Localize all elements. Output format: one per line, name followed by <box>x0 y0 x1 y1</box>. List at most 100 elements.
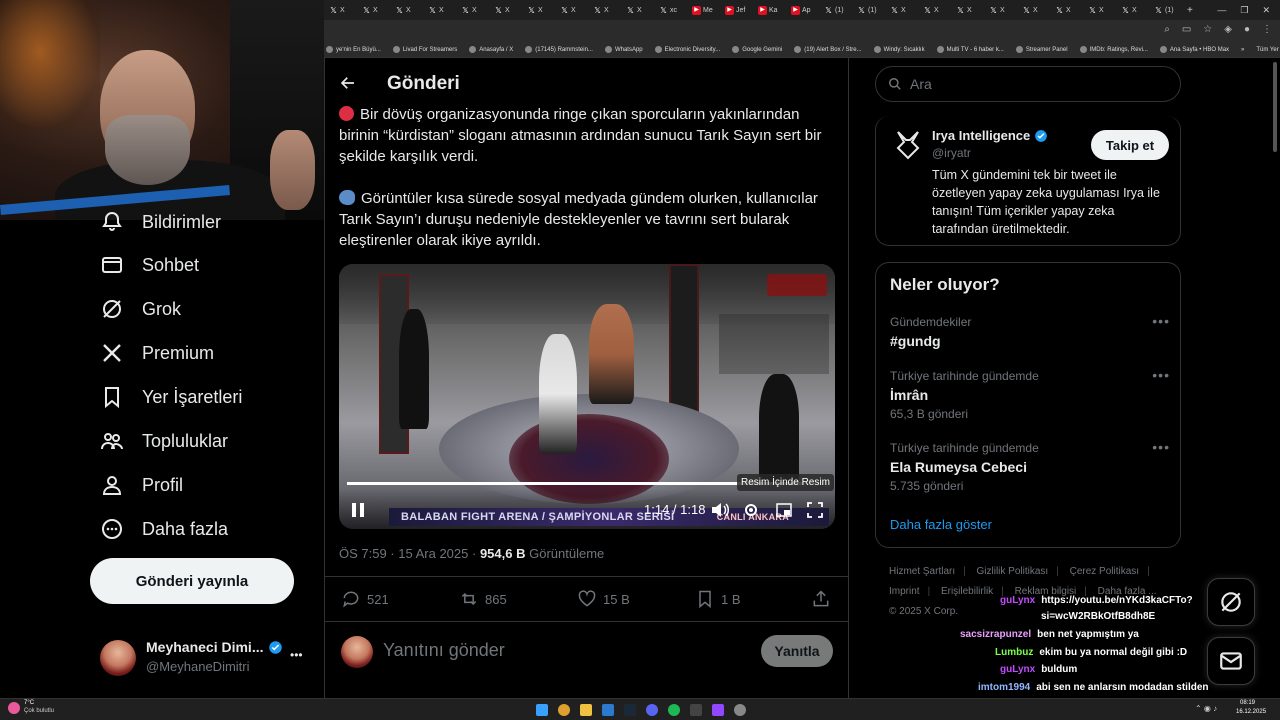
bookmark-item[interactable]: Ana Sayfa • HBO Max <box>1159 46 1229 53</box>
trend-more-icon[interactable]: ••• <box>1152 367 1170 383</box>
account-more-icon[interactable]: ••• <box>290 648 303 662</box>
browser-tab[interactable]: 𝕏X <box>1085 2 1118 18</box>
twitch-icon[interactable] <box>712 704 724 716</box>
footer-link[interactable]: Çerez Politikası <box>1070 566 1139 577</box>
browser-tab[interactable]: 𝕏 (1) <box>854 2 887 18</box>
promo-name[interactable]: Irya Intelligence <box>932 128 1030 143</box>
browser-tab[interactable]: 𝕏X <box>986 2 1019 18</box>
address-bar[interactable]: ⌕ ▭ ☆ ◈ ● ⋮ <box>322 20 1280 42</box>
browser-tab[interactable]: 𝕏X <box>1118 2 1151 18</box>
browser-tab[interactable]: 𝕏X <box>920 2 953 18</box>
epic-games-icon[interactable] <box>690 704 702 716</box>
repost-action[interactable]: 865 <box>459 589 507 609</box>
spotify-icon[interactable] <box>668 704 680 716</box>
browser-tab[interactable]: 𝕏X <box>425 2 458 18</box>
browser-tab[interactable]: 𝕏X <box>953 2 986 18</box>
close-window-icon[interactable]: ✕ <box>1262 5 1270 16</box>
follow-button[interactable]: Takip et <box>1091 130 1169 160</box>
browser-tab[interactable]: 𝕏X <box>326 2 359 18</box>
nav-notifications[interactable]: Bildirimler <box>100 210 221 234</box>
bookmark-item[interactable]: Windy: Sıcaklık <box>873 46 925 53</box>
zoom-icon[interactable]: ⌕ <box>1164 24 1170 35</box>
bookmark-item[interactable]: (19) Alert Box / Stre... <box>794 46 862 53</box>
browser-tab[interactable]: ▶ Jef <box>722 2 755 18</box>
start-icon[interactable] <box>536 704 548 716</box>
picture-in-picture-icon[interactable] <box>776 502 792 518</box>
clock-time[interactable]: 08:19 <box>1240 700 1255 706</box>
all-bookmarks[interactable]: Tüm Yer İşaretleri <box>1256 47 1280 53</box>
browser-tab[interactable]: 𝕏X <box>887 2 920 18</box>
messages-floating-button[interactable] <box>1207 637 1255 685</box>
post-timestamp[interactable]: ÖS 7:59 · 15 Ara 2025 · <box>339 546 476 561</box>
bookmark-item[interactable]: Anasayfa / X <box>469 46 513 53</box>
browser-tab[interactable]: 𝕏xc <box>656 2 689 18</box>
browser-tab[interactable]: 𝕏X <box>359 2 392 18</box>
nav-communities[interactable]: Topluluklar <box>100 429 228 453</box>
pause-icon[interactable] <box>351 502 365 518</box>
weather-temp[interactable]: 7°C <box>24 700 34 706</box>
chrome-icon[interactable] <box>558 704 570 716</box>
browser-tab[interactable]: 𝕏X <box>491 2 524 18</box>
browser-tab[interactable]: 𝕏 (1) <box>821 2 854 18</box>
browser-tab[interactable]: ▶ Me <box>689 2 722 18</box>
bookmark-item[interactable]: WhatsApp <box>604 46 643 53</box>
cast-icon[interactable]: ▭ <box>1182 24 1191 35</box>
footer-link[interactable]: Gizlilik Politikası <box>977 566 1049 577</box>
reply-input[interactable]: Yanıtını gönder <box>383 640 505 661</box>
store-icon[interactable] <box>602 704 614 716</box>
nav-profile[interactable]: Profil <box>100 473 183 497</box>
bookmark-item[interactable]: IMDb: Ratings, Revi... <box>1079 46 1148 53</box>
browser-tab[interactable]: 𝕏X <box>524 2 557 18</box>
show-more-link[interactable]: Daha fazla göster <box>890 517 992 532</box>
browser-tab[interactable]: 𝕏X <box>1052 2 1085 18</box>
tray-icons[interactable]: ⌃ ◉ ♪ <box>1195 704 1217 713</box>
footer-link[interactable]: Erişilebilirlik <box>941 586 993 597</box>
bookmarks-overflow[interactable]: » <box>1241 47 1244 53</box>
trend-more-icon[interactable]: ••• <box>1152 439 1170 455</box>
discord-icon[interactable] <box>646 704 658 716</box>
bookmark-item[interactable]: ye'nin En Büyü... <box>326 46 381 53</box>
profile-avatar-icon[interactable]: ● <box>1244 24 1250 35</box>
scrollbar[interactable] <box>1273 62 1277 152</box>
browser-tab[interactable]: 𝕏X <box>392 2 425 18</box>
back-arrow-icon[interactable] <box>339 74 357 92</box>
browser-tab[interactable]: 𝕏X <box>557 2 590 18</box>
reply-button[interactable]: Yanıtla <box>761 635 833 667</box>
bookmark-item[interactable]: Streamer Panel <box>1015 46 1068 53</box>
nav-grok[interactable]: Grok <box>100 297 181 321</box>
bookmark-item[interactable]: Electronic Diversity... <box>654 46 720 53</box>
nav-chat[interactable]: Sohbet <box>100 253 199 277</box>
trend-item[interactable]: Türkiye tarihinde gündemde Ela Rumeysa C… <box>890 439 1170 493</box>
extensions-icon[interactable]: ◈ <box>1224 24 1232 35</box>
account-switcher[interactable]: Meyhaneci Dimi... @MeyhaneDimitri ••• <box>100 636 315 680</box>
promoted-account-card[interactable]: Irya Intelligence @iryatr Takip et Tüm X… <box>875 116 1181 246</box>
bookmark-item[interactable]: (17145) Rammstein... <box>525 46 593 53</box>
star-icon[interactable]: ☆ <box>1203 24 1212 35</box>
obs-icon[interactable] <box>734 704 746 716</box>
steam-icon[interactable] <box>624 704 636 716</box>
browser-tab[interactable]: 𝕏X <box>1019 2 1052 18</box>
footer-link[interactable]: Imprint <box>889 586 920 597</box>
video-player[interactable]: BALABAN FIGHT ARENA / ŞAMPİYONLAR SERİSİ… <box>339 264 835 529</box>
fullscreen-icon[interactable] <box>807 502 823 518</box>
browser-tab[interactable]: 𝕏 (1) <box>1151 2 1184 18</box>
bookmark-item[interactable]: Multi TV - 6 haber k... <box>936 46 1004 53</box>
browser-tab[interactable]: ▶ Ap <box>788 2 821 18</box>
footer-link[interactable]: Hizmet Şartları <box>889 566 955 577</box>
search-input[interactable]: Ara <box>875 66 1181 102</box>
trend-item[interactable]: Gündemdekiler #gundg ••• <box>890 313 1170 349</box>
grok-floating-button[interactable] <box>1207 578 1255 626</box>
new-tab-button[interactable]: + <box>1184 2 1217 18</box>
menu-icon[interactable]: ⋮ <box>1262 24 1272 35</box>
browser-tab[interactable]: 𝕏X <box>623 2 656 18</box>
volume-icon[interactable] <box>711 502 729 518</box>
minimize-icon[interactable]: — <box>1217 5 1226 15</box>
nav-bookmarks[interactable]: Yer İşaretleri <box>100 385 242 409</box>
like-action[interactable]: 15 B <box>577 589 630 609</box>
bookmark-item[interactable]: Google Gemini <box>732 46 782 53</box>
browser-tab[interactable]: ▶ Ka <box>755 2 788 18</box>
nav-premium[interactable]: Premium <box>100 341 214 365</box>
trend-item[interactable]: Türkiye tarihinde gündemde İmrân 65,3 B … <box>890 367 1170 421</box>
browser-tab[interactable]: 𝕏X <box>458 2 491 18</box>
settings-gear-icon[interactable] <box>743 502 759 518</box>
